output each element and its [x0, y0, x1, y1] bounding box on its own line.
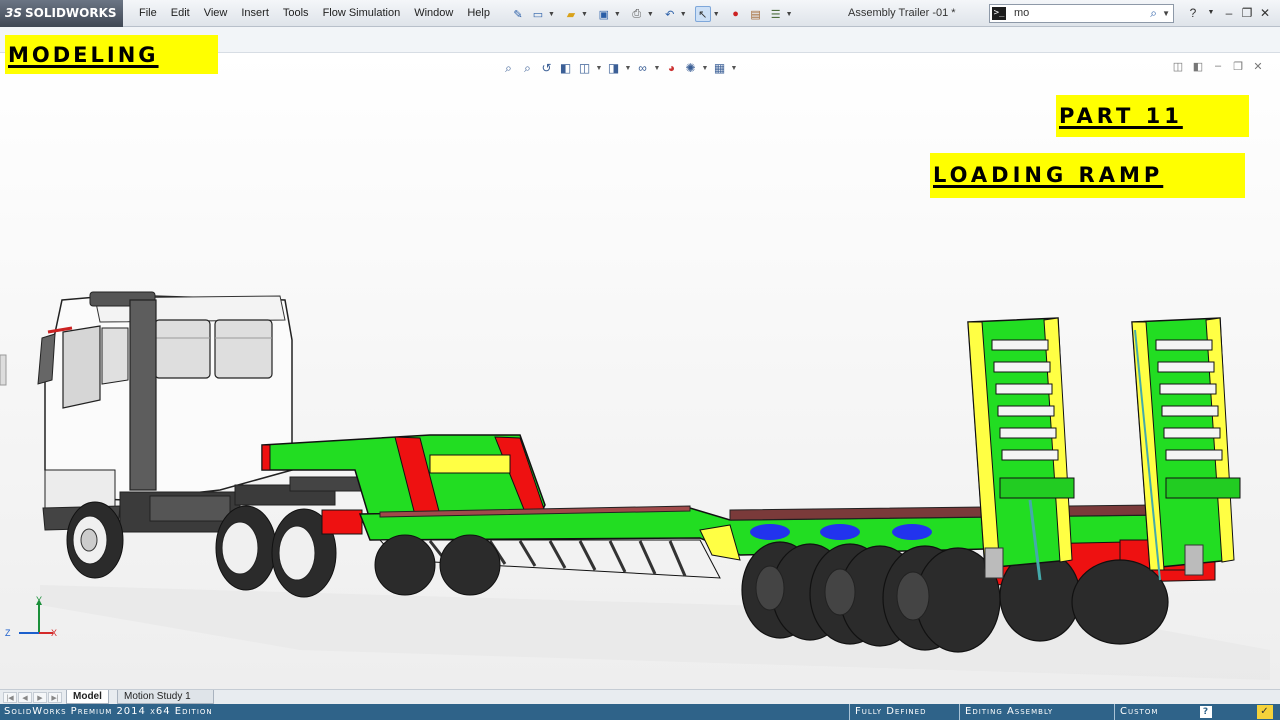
- quick-access-toolbar: ✎ ▭ ▼ ▰ ▼ ▣ ▼ ⎙ ▼ ↶ ▼ ↖ ▼ ● ▤ ☰ ▼: [508, 4, 799, 24]
- apply-scene-icon[interactable]: ✺: [682, 60, 699, 77]
- minimize-icon[interactable]: –: [1220, 4, 1238, 22]
- rebuild-icon[interactable]: ✓: [1257, 705, 1273, 719]
- search-icon[interactable]: ⌕: [1150, 6, 1157, 21]
- undo-icon[interactable]: ↶: [662, 6, 678, 22]
- pin-icon[interactable]: ✎: [510, 6, 526, 22]
- main-menu: File Edit View Insert Tools Flow Simulat…: [132, 0, 497, 27]
- tab-model[interactable]: Model: [66, 690, 109, 704]
- definition-status: Fully Defined: [849, 704, 959, 720]
- options-dropdown-icon[interactable]: ▼: [786, 11, 793, 18]
- print-icon[interactable]: ⎙: [629, 6, 645, 22]
- viewport-close-icon[interactable]: ✕: [1248, 60, 1268, 73]
- search-value: mo: [1014, 7, 1030, 19]
- menu-tools[interactable]: Tools: [283, 0, 309, 27]
- select-cursor-icon[interactable]: ↖: [694, 6, 711, 22]
- select-dropdown-icon[interactable]: ▼: [713, 11, 720, 18]
- viewport-controls: ◫ ◧ – ❐ ✕: [1168, 60, 1268, 73]
- new-document-icon[interactable]: ▭: [530, 6, 546, 22]
- open-folder-icon[interactable]: ▰: [563, 6, 579, 22]
- restore-icon[interactable]: ❐: [1238, 4, 1256, 22]
- menu-bar: 3S SOLIDWORKS File Edit View Insert Tools…: [0, 0, 1280, 27]
- new-dropdown-icon[interactable]: ▼: [548, 11, 555, 18]
- tab-navigation: |◀ ◀ ▶ ▶|: [3, 692, 63, 703]
- menu-window[interactable]: Window: [414, 0, 453, 27]
- zoom-area-icon[interactable]: ⌕: [519, 60, 536, 77]
- reference-triad: Y Z X: [5, 595, 65, 640]
- display-style-dropdown-icon[interactable]: ▼: [624, 60, 632, 77]
- close-icon[interactable]: ✕: [1256, 4, 1274, 22]
- viewport-tile-icon[interactable]: ◧: [1188, 60, 1208, 73]
- document-title: Assembly Trailer -01 *: [848, 7, 956, 19]
- tab-next-icon[interactable]: ▶: [33, 692, 47, 703]
- editing-status: Editing Assembly: [959, 704, 1082, 720]
- loading-ramp-label: LOADING RAMP: [930, 153, 1245, 198]
- rebuild-traffic-light-icon[interactable]: ●: [728, 6, 744, 22]
- menu-edit[interactable]: Edit: [171, 0, 190, 27]
- menu-help[interactable]: Help: [467, 0, 490, 27]
- solidworks-logo[interactable]: 3S SOLIDWORKS: [0, 0, 123, 27]
- tab-prev-icon[interactable]: ◀: [18, 692, 32, 703]
- menu-view[interactable]: View: [204, 0, 228, 27]
- previous-view-icon[interactable]: ↺: [538, 60, 555, 77]
- heads-up-view-toolbar: ⌕ ⌕ ↺ ◧ ◫ ▼ ◨ ▼ ∞ ▼ ◕ ✺ ▼ ▦ ▼: [499, 59, 739, 77]
- print-dropdown-icon[interactable]: ▼: [647, 11, 654, 18]
- options-icon[interactable]: ☰: [768, 6, 784, 22]
- menu-insert[interactable]: Insert: [241, 0, 269, 27]
- undo-dropdown-icon[interactable]: ▼: [680, 11, 687, 18]
- view-settings-dropdown-icon[interactable]: ▼: [730, 60, 738, 77]
- section-view-icon[interactable]: ◧: [557, 60, 574, 77]
- modeling-title-label: MODELING: [5, 35, 218, 74]
- ds-logo-icon: 3S: [5, 6, 22, 20]
- viewport-minimize-icon[interactable]: –: [1208, 60, 1228, 73]
- window-controls: ? ▼ – ❐ ✕: [1184, 4, 1274, 22]
- save-icon[interactable]: ▣: [596, 6, 612, 22]
- tab-motion-study[interactable]: Motion Study 1: [117, 690, 214, 704]
- menu-file[interactable]: File: [139, 0, 157, 27]
- view-orientation-dropdown-icon[interactable]: ▼: [595, 60, 603, 77]
- part-number-label: PART 11: [1056, 95, 1249, 137]
- apply-scene-dropdown-icon[interactable]: ▼: [701, 60, 709, 77]
- view-orientation-icon[interactable]: ◫: [576, 60, 593, 77]
- zoom-to-fit-icon[interactable]: ⌕: [500, 60, 517, 77]
- open-dropdown-icon[interactable]: ▼: [581, 11, 588, 18]
- edition-text: SolidWorks Premium 2014 x64 Edition: [4, 706, 213, 717]
- search-dropdown-icon[interactable]: ▼: [1162, 6, 1170, 22]
- units-selector[interactable]: Custom: [1114, 704, 1184, 720]
- model-tabs-bar: |◀ ◀ ▶ ▶| Model Motion Study 1: [0, 689, 1280, 704]
- status-help-icon[interactable]: ?: [1200, 706, 1212, 718]
- tab-first-icon[interactable]: |◀: [3, 692, 17, 703]
- display-style-icon[interactable]: ◨: [605, 60, 622, 77]
- tab-last-icon[interactable]: ▶|: [48, 692, 62, 703]
- triad-y-label: Y: [36, 595, 43, 605]
- view-settings-icon[interactable]: ▦: [711, 60, 728, 77]
- viewport-restore-icon[interactable]: ❐: [1228, 60, 1248, 73]
- command-prompt-icon: >_: [992, 7, 1006, 20]
- hide-show-icon[interactable]: ∞: [634, 60, 651, 77]
- edit-appearance-icon[interactable]: ◕: [663, 60, 680, 77]
- file-properties-icon[interactable]: ▤: [748, 6, 764, 22]
- menu-flow-simulation[interactable]: Flow Simulation: [323, 0, 401, 27]
- triad-z-label: Z: [5, 628, 11, 638]
- triad-x-label: X: [51, 628, 58, 638]
- hide-show-dropdown-icon[interactable]: ▼: [653, 60, 661, 77]
- viewport-split-icon[interactable]: ◫: [1168, 60, 1188, 73]
- solidworks-window: 3S SOLIDWORKS File Edit View Insert Tools…: [0, 0, 1280, 720]
- status-bar: SolidWorks Premium 2014 x64 Edition Full…: [0, 704, 1280, 720]
- save-dropdown-icon[interactable]: ▼: [614, 11, 621, 18]
- help-dropdown-icon[interactable]: ▼: [1202, 4, 1220, 22]
- search-commands-input[interactable]: >_ mo ⌕ ▼: [989, 4, 1174, 23]
- help-icon[interactable]: ?: [1184, 4, 1202, 22]
